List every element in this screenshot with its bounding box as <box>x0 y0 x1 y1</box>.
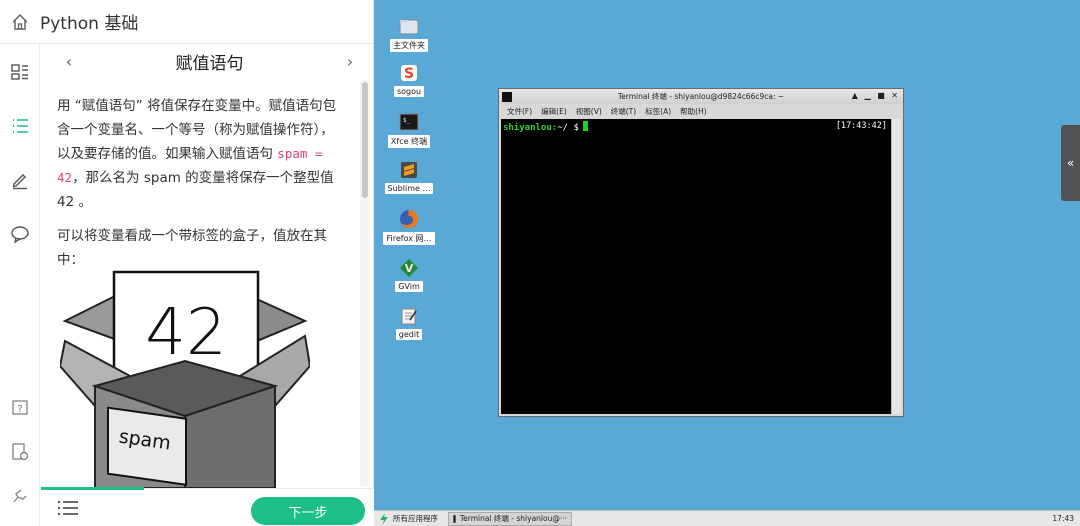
prompt-path: ~/ $ <box>557 123 579 133</box>
terminal-window[interactable]: Terminal 终端 - shiyanlou@d9824c66c9ca: ~ … <box>498 88 904 417</box>
apps-menu-label: 所有应用程序 <box>393 514 438 523</box>
taskbar: 所有应用程序 Terminal 终端 - shiyanlou@··· 17:43 <box>374 510 1080 526</box>
box-value: 42 <box>145 296 226 370</box>
menu-help[interactable]: 帮助(H) <box>680 106 707 117</box>
next-step-button[interactable]: 下一步 <box>251 497 365 525</box>
menu-list-icon[interactable] <box>57 499 81 519</box>
menu-terminal[interactable]: 终端(T) <box>611 106 636 117</box>
folder-icon <box>399 16 419 36</box>
icon-rail: ? <box>0 44 40 526</box>
desktop-icon-sublime[interactable]: Sublime … <box>384 160 434 194</box>
terminal-menubar: 文件(F) 编辑(E) 视图(V) 终端(T) 标签(A) 帮助(H) <box>499 104 903 118</box>
desktop-icon-gvim[interactable]: V GVim <box>387 258 431 292</box>
terminal-titlebar[interactable]: Terminal 终端 - shiyanlou@d9824c66c9ca: ~ … <box>499 89 903 104</box>
desktop-icon-label: Xfce 终端 <box>387 135 431 148</box>
desktop-icon-sogou[interactable]: S sogou <box>387 63 431 97</box>
paragraph-text: ，那么名为 spam 的变量将保存一个整型值 42 。 <box>57 170 334 210</box>
taskbar-clock: 17:43 <box>1052 514 1074 523</box>
gedit-icon <box>399 306 419 326</box>
taskbar-terminal-button[interactable]: Terminal 终端 - shiyanlou@··· <box>448 511 572 526</box>
prompt-user: shiyanlou: <box>503 123 558 133</box>
help-icon[interactable]: ? <box>8 396 32 420</box>
report-icon[interactable] <box>8 440 32 464</box>
course-title: Python 基础 <box>40 14 139 34</box>
desktop-icon-label: GVim <box>395 281 423 292</box>
document-icon[interactable] <box>8 60 32 84</box>
firefox-icon <box>399 209 419 229</box>
lesson-nav: ‹ 赋值语句 › <box>41 44 374 78</box>
menu-tabs[interactable]: 标签(A) <box>645 106 671 117</box>
list-icon[interactable] <box>8 114 32 138</box>
desktop-icon-firefox[interactable]: Firefox 网… <box>383 209 435 245</box>
course-header: Python 基础 <box>0 0 374 44</box>
progress-bar <box>41 487 144 490</box>
svg-text:$_: $_ <box>403 117 411 124</box>
remote-desktop[interactable]: 主文件夹 S sogou $_ Xfce 终端 Sublime … Firefo… <box>374 0 1080 510</box>
xfce-logo-icon <box>380 512 388 525</box>
desktop-icon-label: Sublime … <box>384 183 434 194</box>
chat-icon[interactable] <box>8 222 32 246</box>
menu-edit[interactable]: 编辑(E) <box>541 106 567 117</box>
sublime-icon <box>399 160 419 180</box>
lesson-footer: 下一步 <box>41 487 374 526</box>
lesson-title: 赋值语句 <box>175 53 244 74</box>
collapse-panel-button[interactable]: « <box>1061 125 1080 201</box>
desktop-icon-label: gedit <box>395 329 423 340</box>
terminal-icon <box>453 514 456 523</box>
chevron-left-icon[interactable]: ‹ <box>59 52 79 71</box>
menu-view[interactable]: 视图(V) <box>576 106 602 117</box>
home-icon[interactable] <box>0 0 40 44</box>
lesson-article: 用 “赋值语句” 将值保存在变量中。赋值语句包含一个变量名、一个等号（称为赋值操… <box>41 78 374 272</box>
settings-icon[interactable] <box>8 484 32 508</box>
paragraph: 用 “赋值语句” 将值保存在变量中。赋值语句包含一个变量名、一个等号（称为赋值操… <box>57 94 344 214</box>
taskbar-task-label: Terminal 终端 - shiyanlou@··· <box>459 514 567 523</box>
menu-file[interactable]: 文件(F) <box>507 106 532 117</box>
terminal-scrollbar[interactable] <box>891 119 901 414</box>
desktop-icon-label: sogou <box>393 86 425 97</box>
box-illustration: 42 spam <box>58 266 312 492</box>
window-controls[interactable]: ▲ ▁ ■ ✕ <box>852 91 900 100</box>
pencil-icon[interactable] <box>8 168 32 192</box>
desktop-icon-label: Firefox 网… <box>383 232 435 245</box>
scrollbar-thumb[interactable] <box>362 82 368 198</box>
terminal-prompt: shiyanlou:~/ $ <box>503 121 588 133</box>
terminal-cursor <box>582 121 588 131</box>
terminal-title: Terminal 终端 - shiyanlou@d9824c66c9ca: ~ <box>617 92 785 101</box>
paragraph: 可以将变量看成一个带标签的盒子，值放在其中： <box>57 228 327 268</box>
terminal-icon: $_ <box>399 112 419 132</box>
svg-text:S: S <box>404 66 414 82</box>
chevron-right-icon[interactable]: › <box>340 52 360 71</box>
svg-text:?: ? <box>17 404 22 415</box>
sogou-icon: S <box>399 63 419 83</box>
terminal-screen[interactable]: shiyanlou:~/ $ [17:43:42] <box>501 119 891 414</box>
desktop-icon-gedit[interactable]: gedit <box>387 306 431 340</box>
lesson-panel: Python 基础 ? ‹ 赋值语句 › 用 “赋值语句” 将值保存在变量中。赋… <box>0 0 374 526</box>
desktop-icon-terminal[interactable]: $_ Xfce 终端 <box>387 112 431 148</box>
svg-text:V: V <box>405 262 414 275</box>
desktop-icon-label: 主文件夹 <box>390 39 428 52</box>
apps-menu-button[interactable]: 所有应用程序 <box>374 512 448 525</box>
gvim-icon: V <box>399 258 419 278</box>
terminal-clock: [17:43:42] <box>835 121 887 131</box>
desktop-icon-home[interactable]: 主文件夹 <box>387 16 431 52</box>
